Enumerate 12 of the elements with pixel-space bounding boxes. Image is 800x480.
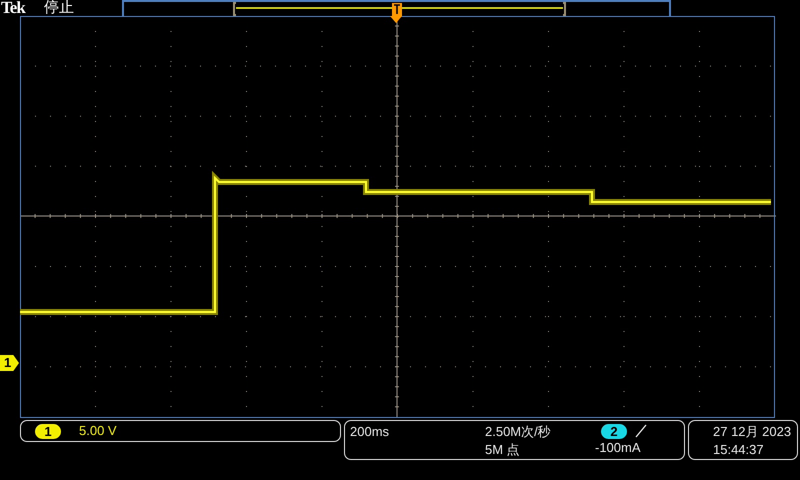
horizontal-scale: 200ms xyxy=(350,424,390,439)
trigger-threshold: -100mA xyxy=(595,439,642,457)
date-text: 27 12月 2023 xyxy=(713,423,792,441)
record-length: 5M 点 xyxy=(485,441,521,459)
channel-ground-marker: 1 xyxy=(0,355,19,371)
sample-rate: 2.50M次/秒 xyxy=(485,423,552,441)
trigger-source-badge: 2 xyxy=(601,424,627,438)
channel-badge: 1 xyxy=(35,424,61,438)
brand-logo: Tek xyxy=(0,0,26,16)
vertical-scale: 5.00 V xyxy=(79,422,117,440)
time-text: 15:44:37 xyxy=(713,441,765,459)
acquisition-state: 停止 xyxy=(44,0,75,16)
